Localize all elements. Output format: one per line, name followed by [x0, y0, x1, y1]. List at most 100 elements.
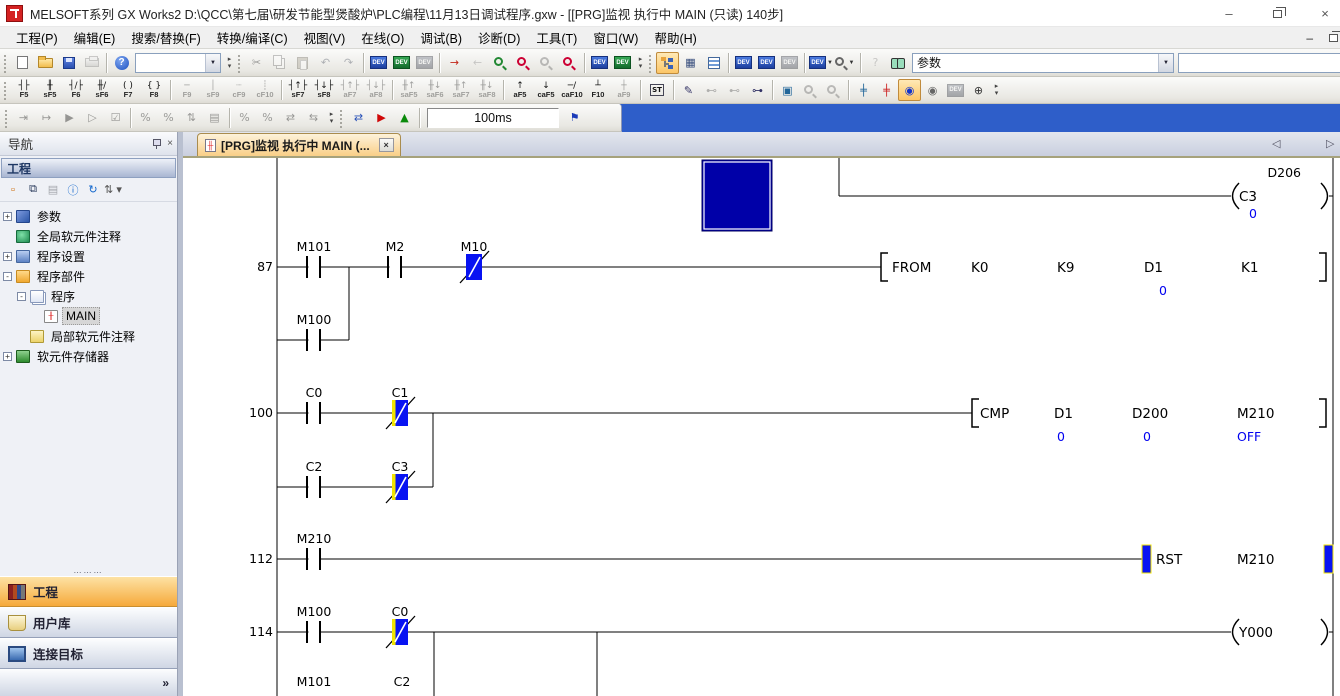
invert-rising-button[interactable]: ↑aF5: [507, 78, 533, 102]
toolbar-grip[interactable]: [648, 53, 653, 73]
element-selection-button[interactable]: ▦: [679, 52, 702, 74]
find-binoculars-button[interactable]: [887, 52, 910, 74]
menu-2[interactable]: 编辑(E): [66, 26, 124, 49]
device-memory-button[interactable]: DEV: [755, 52, 778, 74]
menu-10[interactable]: 窗口(W): [585, 26, 646, 49]
view-button-用户库[interactable]: 用户库: [0, 607, 177, 638]
tree-expand-icon[interactable]: -: [17, 292, 26, 301]
open-contact-button[interactable]: ┤├F5: [11, 78, 37, 102]
tree-item-程序设置[interactable]: +程序设置: [0, 246, 177, 266]
mdi-restore-button[interactable]: [1329, 31, 1338, 45]
tree-item-参数[interactable]: +参数: [0, 206, 177, 226]
open-project-button[interactable]: [34, 52, 57, 74]
toolbar-grip[interactable]: [339, 108, 344, 128]
input-line-button[interactable]: ┴F10: [585, 78, 611, 102]
toolbar-grip[interactable]: [237, 53, 242, 73]
inline-st-button[interactable]: ST: [644, 78, 670, 102]
invert-falling-button[interactable]: ↓caF5: [533, 78, 559, 102]
zoom-button[interactable]: ⊕: [967, 79, 990, 101]
ladder-edit-mode-button[interactable]: ⊶: [746, 79, 769, 101]
toolbar-overflow-button[interactable]: ▸▾: [634, 52, 647, 74]
from-instruction[interactable]: [881, 253, 1326, 281]
contact-M2[interactable]: [388, 256, 401, 278]
nav-new-item-button[interactable]: ▫: [3, 180, 23, 200]
tree-item-程序[interactable]: -程序: [0, 286, 177, 306]
menu-6[interactable]: 在线(O): [353, 26, 412, 49]
toolbar-overflow-button[interactable]: ▸▾: [223, 52, 236, 74]
nav-overflow-button[interactable]: »: [162, 676, 169, 690]
monitor-condition-button[interactable]: ⇄: [347, 107, 370, 129]
watch-register-button[interactable]: DEV: [611, 52, 634, 74]
rising-pulse-button[interactable]: ┤↑├sF7: [285, 78, 311, 102]
cross-reference-button[interactable]: [558, 52, 581, 74]
quick-access-combo-dropdown-icon[interactable]: ▼: [205, 54, 220, 72]
tree-expand-icon[interactable]: -: [3, 272, 12, 281]
contact-C0[interactable]: [307, 402, 320, 424]
pin-icon[interactable]: [151, 138, 161, 150]
contact-M100[interactable]: [307, 621, 320, 643]
tree-item-全局软元件注释[interactable]: +全局软元件注释: [0, 226, 177, 246]
nav-properties-button[interactable]: ⓘ: [63, 180, 83, 200]
contact-C2[interactable]: [307, 476, 320, 498]
contact-M210[interactable]: [307, 548, 320, 570]
help-button[interactable]: ?: [110, 52, 133, 74]
device-batch-monitor-button[interactable]: DEV: [588, 52, 611, 74]
closed-contact-button[interactable]: ┤/├F6: [63, 78, 89, 102]
contact-M100[interactable]: [307, 329, 320, 351]
watch-window-combo[interactable]: 参数▼: [912, 53, 1174, 73]
watch-window-combo-dropdown-icon[interactable]: ▼: [1158, 54, 1173, 72]
nav-refresh-button[interactable]: ↻: [83, 180, 103, 200]
tree-item-程序部件[interactable]: -程序部件: [0, 266, 177, 286]
device-search-button[interactable]: ▼: [834, 52, 857, 74]
closed-branch-button[interactable]: ╫/sF6: [89, 78, 115, 102]
tree-item-MAIN[interactable]: +╫MAIN: [0, 306, 177, 326]
watch-window-combo-2[interactable]: ▼: [1178, 53, 1340, 73]
documentation-button[interactable]: ▣: [776, 79, 799, 101]
menu-4[interactable]: 转换/编译(C): [209, 26, 296, 49]
write-to-plc-button[interactable]: DEV: [367, 52, 390, 74]
nav-close-icon[interactable]: ×: [167, 138, 173, 149]
monitor-flag-button[interactable]: ⚑: [563, 107, 586, 129]
tree-expand-icon[interactable]: +: [3, 252, 12, 261]
monitor-stop-button[interactable]: ▲: [393, 107, 416, 129]
edit-ladder-button[interactable]: ✎: [677, 79, 700, 101]
toolbar-grip[interactable]: [4, 108, 9, 128]
navigation-window-button[interactable]: [656, 52, 679, 74]
menu-3[interactable]: 搜索/替换(F): [123, 26, 208, 49]
menu-8[interactable]: 诊断(D): [470, 26, 528, 49]
output-window-button[interactable]: [702, 52, 725, 74]
monitor-write-mode-button[interactable]: ◉: [921, 79, 944, 101]
ladder-editor-canvas[interactable]: 87100112114M101M2M10M100C0C1C2C3M210M100…: [183, 156, 1340, 696]
invert-result-button[interactable]: ─/caF10: [559, 78, 585, 102]
close-button[interactable]: ×: [1316, 6, 1334, 21]
view-button-工程[interactable]: 工程: [0, 576, 177, 607]
menu-1[interactable]: 工程(P): [8, 26, 66, 49]
toolbar-overflow-button[interactable]: ▸▾: [990, 79, 1003, 101]
device-display-button[interactable]: DEV▼: [808, 52, 834, 74]
restore-button[interactable]: [1268, 6, 1286, 21]
toolbar-grip[interactable]: [3, 80, 8, 100]
tab-close-icon[interactable]: ×: [379, 138, 394, 152]
save-project-button[interactable]: [57, 52, 80, 74]
view-button-连接目标[interactable]: 连接目标: [0, 638, 177, 669]
jump-next-button[interactable]: →: [443, 52, 466, 74]
nav-sort-button[interactable]: ⇅ ▾: [103, 180, 123, 200]
tree-item-软元件存储器[interactable]: +软元件存储器: [0, 346, 177, 366]
find-device-button[interactable]: [489, 52, 512, 74]
menu-9[interactable]: 工具(T): [528, 26, 585, 49]
quick-access-combo[interactable]: ▼: [135, 53, 221, 73]
toolbar-grip[interactable]: [3, 53, 8, 73]
application-instruction-button[interactable]: { }F8: [141, 78, 167, 102]
device-comment-button[interactable]: DEV: [732, 52, 755, 74]
menu-7[interactable]: 调试(B): [412, 26, 470, 49]
find-instruction-button[interactable]: [512, 52, 535, 74]
tree-expand-icon[interactable]: +: [3, 212, 12, 221]
nav-copy-button[interactable]: ⧉: [23, 180, 43, 200]
tree-item-局部软元件注释[interactable]: +局部软元件注释: [0, 326, 177, 346]
new-project-button[interactable]: [11, 52, 34, 74]
tab-scroll-right-icon[interactable]: ▷: [1326, 137, 1334, 150]
open-branch-button[interactable]: ╫sF5: [37, 78, 63, 102]
coil-button[interactable]: ( )F7: [115, 78, 141, 102]
minimize-button[interactable]: –: [1220, 6, 1238, 21]
monitor-start-button[interactable]: ▶: [370, 107, 393, 129]
